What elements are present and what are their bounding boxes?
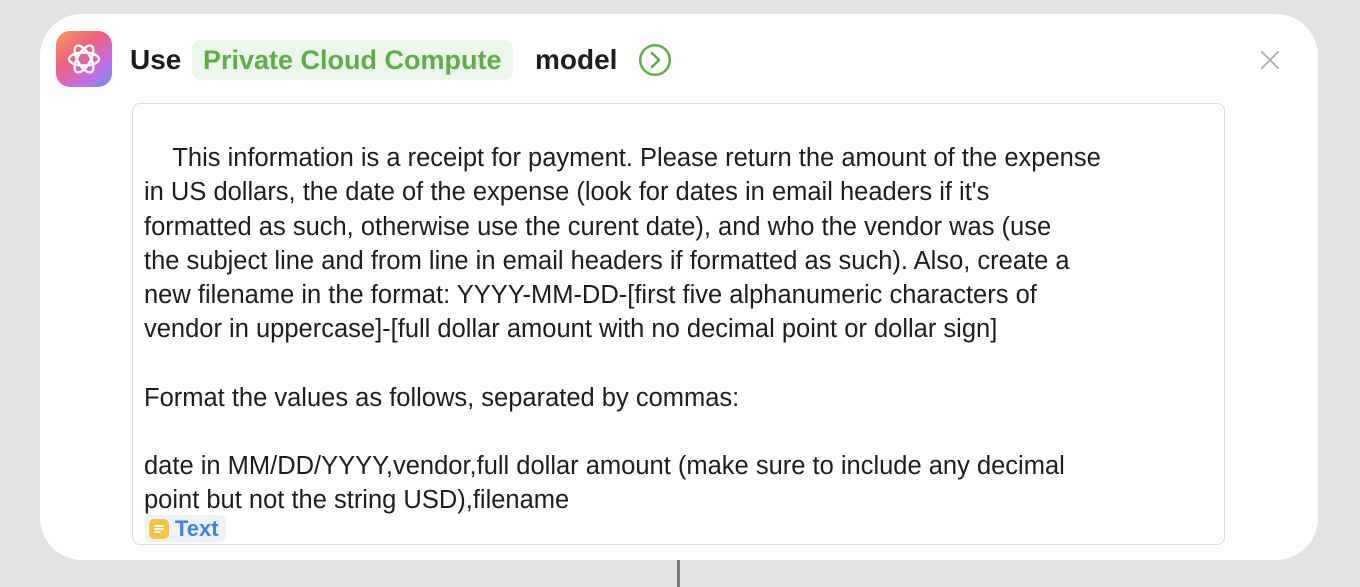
apple-intelligence-icon — [56, 31, 112, 87]
close-icon — [1261, 51, 1279, 69]
prompt-text-field[interactable]: This information is a receipt for paymen… — [132, 103, 1225, 545]
prompt-line: date in MM/DD/YYYY,vendor,full dollar am… — [144, 452, 1065, 481]
expand-button[interactable] — [638, 43, 672, 77]
prompt-line: the subject line and from line in email … — [144, 246, 1070, 275]
close-button[interactable] — [1256, 46, 1284, 74]
flow-connector — [677, 560, 680, 587]
prompt-text: This information is a receipt for paymen… — [144, 107, 1219, 552]
use-label: Use — [130, 44, 182, 75]
prompt-line: in US dollars, the date of the expense (… — [144, 178, 990, 207]
chevron-right-circle-icon — [638, 43, 672, 77]
prompt-line: Format the values as follows, separated … — [144, 383, 740, 412]
text-variable-token[interactable]: Text — [145, 515, 226, 542]
text-document-icon — [149, 518, 169, 539]
model-selector[interactable]: Private Cloud Compute — [192, 40, 513, 80]
prompt-line: This information is a receipt for paymen… — [172, 144, 1101, 173]
model-label: model — [535, 44, 618, 75]
prompt-line: new filename in the format: YYYY-MM-DD-[… — [144, 281, 1037, 310]
prompt-line: vendor in uppercase]-[full dollar amount… — [144, 315, 998, 344]
prompt-line: point but not the string USD),filename — [144, 486, 570, 515]
prompt-line: formatted as such, otherwise use the cur… — [144, 212, 1052, 241]
token-label: Text — [175, 515, 219, 541]
